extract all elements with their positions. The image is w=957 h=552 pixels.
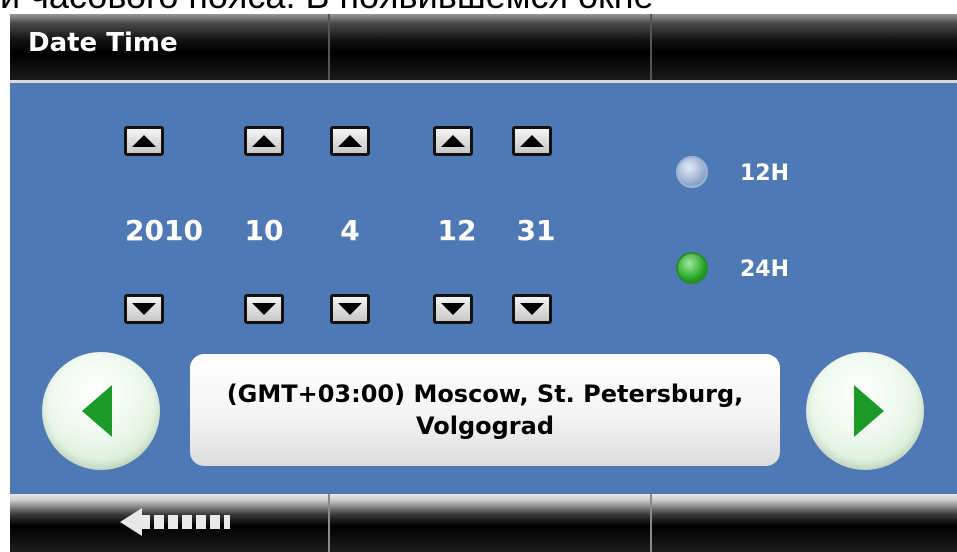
triangle-up-icon [132, 135, 156, 147]
month-up-button[interactable] [244, 126, 284, 156]
radio-12h[interactable] [676, 156, 708, 188]
minute-up-button[interactable] [512, 126, 552, 156]
day-value: 4 [340, 214, 360, 247]
bottom-empty-button[interactable] [652, 494, 957, 552]
day-up-button[interactable] [330, 126, 370, 156]
year-down-button[interactable] [124, 294, 164, 324]
year-up-button[interactable] [124, 126, 164, 156]
bottom-bar [10, 494, 957, 552]
next-timezone-button[interactable] [806, 352, 924, 470]
month-down-button[interactable] [244, 294, 284, 324]
title-bar: Date Time [10, 14, 957, 83]
triangle-down-icon [520, 303, 544, 315]
triangle-down-icon [132, 303, 156, 315]
month-value: 10 [244, 214, 284, 247]
title-divider [328, 14, 330, 80]
triangle-up-icon [520, 135, 544, 147]
year-value: 2010 [125, 214, 203, 247]
radio-12h-label: 12H [740, 161, 790, 186]
bottom-empty-button[interactable] [330, 494, 650, 552]
back-arrow-icon [120, 508, 230, 536]
triangle-up-icon [252, 135, 276, 147]
minute-value: 31 [516, 214, 556, 247]
triangle-up-icon [338, 135, 362, 147]
minute-down-button[interactable] [512, 294, 552, 324]
timezone-line-2: Volgograd [415, 412, 555, 440]
triangle-down-icon [441, 303, 465, 315]
radio-24h[interactable] [676, 252, 708, 284]
triangle-up-icon [441, 135, 465, 147]
radio-24h-label: 24H [740, 257, 790, 282]
hour-up-button[interactable] [433, 126, 473, 156]
hour-value: 12 [437, 214, 477, 247]
day-down-button[interactable] [330, 294, 370, 324]
title-divider [650, 14, 652, 80]
chevron-right-icon [854, 385, 884, 437]
prev-timezone-button[interactable] [42, 352, 160, 470]
hour-down-button[interactable] [433, 294, 473, 324]
date-time-screen: Date Time 2010 10 4 12 31 12H 24H (GMT+0… [10, 14, 957, 552]
timezone-display: (GMT+03:00) Moscow, St. Petersburg, Volg… [190, 354, 780, 466]
timezone-line-1: (GMT+03:00) Moscow, St. Petersburg, [226, 380, 744, 408]
back-button[interactable] [10, 494, 328, 552]
triangle-down-icon [338, 303, 362, 315]
chevron-left-icon [82, 385, 112, 437]
triangle-down-icon [252, 303, 276, 315]
page-title: Date Time [28, 28, 178, 58]
